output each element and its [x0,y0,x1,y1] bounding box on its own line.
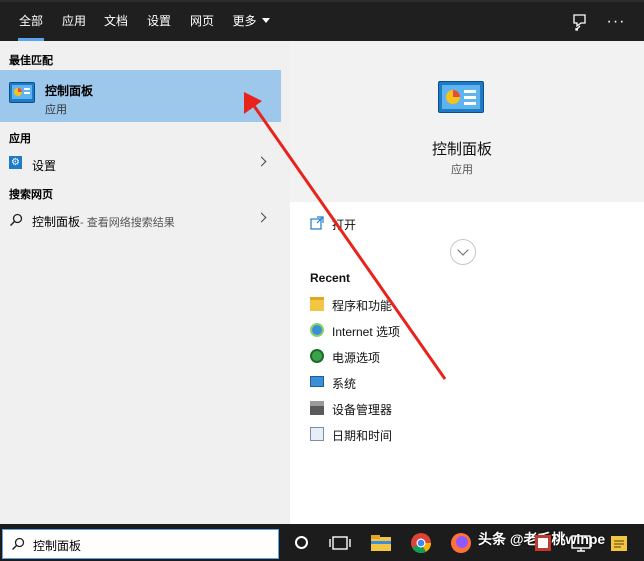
web-search-header: 搜索网页 [9,189,53,201]
app-icon[interactable] [530,530,556,556]
internet-options-icon [310,323,324,337]
expand-button[interactable] [450,239,476,265]
tab-settings-label: 设置 [146,14,171,28]
web-search-suffix: - 查看网络搜索结果 [80,217,175,229]
recent-item-label: 系统 [332,377,357,391]
notes-icon[interactable] [606,530,632,556]
cortana-icon[interactable] [289,530,315,556]
control-panel-large-icon [438,81,484,113]
best-match-control-panel[interactable]: 控制面板 应用 [0,70,281,122]
firefox-icon[interactable] [448,530,474,556]
open-icon [310,216,324,230]
recent-item-label: 电源选项 [332,351,381,365]
folder-icon [310,297,324,311]
system-icon [310,376,324,387]
result-detail-header: 控制面板 应用 [290,41,644,202]
detail-title: 控制面板 [431,141,492,158]
monitor-icon[interactable] [568,530,594,556]
power-options-icon [310,349,324,363]
web-search-label: 控制面板 [32,215,81,229]
more-options-icon[interactable]: ··· [604,10,628,34]
date-time-icon [310,427,324,441]
recent-item-label: Internet 选项 [332,325,401,339]
taskbar-search-box[interactable]: 控制面板 [2,529,279,559]
chevron-right-icon [256,212,267,223]
search-icon [9,213,23,227]
tab-more-label: 更多 [232,14,257,28]
open-action[interactable]: 打开 [310,213,634,235]
tab-settings[interactable]: 设置 [141,2,177,41]
web-search-item[interactable]: 控制面板 - 查看网络搜索结果 [0,207,281,233]
best-match-header: 最佳匹配 [9,55,53,67]
chrome-icon[interactable] [408,530,434,556]
tab-more[interactable]: 更多 [227,2,275,41]
control-panel-icon [9,82,35,103]
search-results-pane: 最佳匹配 控制面板 应用 应用 ⚙ 设置 搜索网页 控制面板 - 查看网络搜索结… [0,41,290,524]
tab-web-label: 网页 [189,14,214,28]
tab-documents-label: 文档 [103,14,128,28]
app-item-settings[interactable]: ⚙ 设置 [0,151,281,177]
recent-item-label: 设备管理器 [332,403,393,417]
taskbar: 控制面板 头条 @老毛桃winpe [0,524,644,561]
apps-header: 应用 [9,133,31,145]
result-detail-pane: 控制面板 应用 打开 Recent 程序和功能 Internet 选项 电源选项… [290,41,644,524]
tab-all-label: 全部 [18,14,43,28]
task-view-icon[interactable] [327,530,353,556]
tab-documents[interactable]: 文档 [98,2,134,41]
search-icon [11,537,25,551]
detail-subtitle: 应用 [451,164,473,176]
best-match-title: 控制面板 [45,84,94,98]
tab-apps-label: 应用 [61,14,86,28]
taskbar-search-value: 控制面板 [33,539,82,553]
chevron-down-icon [261,18,270,23]
tab-apps[interactable]: 应用 [56,2,92,41]
gear-icon: ⚙ [9,156,22,169]
chevron-right-icon [256,156,267,167]
recent-header: Recent [310,271,351,285]
app-item-settings-label: 设置 [32,159,57,173]
search-scope-tabs: 全部 应用 文档 设置 网页 更多 ··· [0,0,644,41]
tab-web[interactable]: 网页 [184,2,220,41]
feedback-icon[interactable] [569,10,593,34]
file-explorer-icon[interactable] [368,530,394,556]
recent-item-label: 日期和时间 [332,429,393,443]
chevron-down-icon [457,244,469,256]
best-match-subtitle: 应用 [45,104,67,116]
device-manager-icon [310,401,324,415]
recent-item-label: 程序和功能 [332,299,393,313]
tab-all[interactable]: 全部 [12,2,50,41]
open-label: 打开 [332,218,357,232]
